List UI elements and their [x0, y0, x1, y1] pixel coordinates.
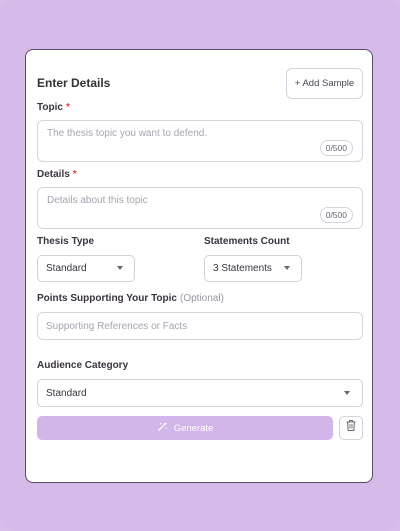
statements-count-label: Statements Count [204, 236, 290, 247]
generate-button[interactable]: Generate [37, 416, 333, 440]
form-title: Enter Details [37, 76, 111, 90]
topic-placeholder: The thesis topic you want to defend. [47, 128, 208, 139]
details-textarea[interactable]: Details about this topic 0/500 [37, 187, 363, 229]
topic-label: Topic [37, 102, 63, 113]
trash-icon [345, 419, 357, 437]
chevron-down-icon [344, 391, 350, 395]
thesis-type-select[interactable]: Standard [37, 255, 135, 282]
details-char-counter: 0/500 [319, 207, 353, 223]
statements-count-select[interactable]: 3 Statements [204, 255, 302, 282]
chevron-down-icon [284, 266, 290, 270]
supporting-points-label-group: Points Supporting Your Topic (Optional) [37, 293, 224, 304]
delete-button[interactable] [339, 416, 363, 440]
topic-char-counter: 0/500 [319, 140, 353, 156]
magic-wand-icon [157, 421, 168, 435]
details-label: Details [37, 169, 70, 180]
thesis-type-value: Standard [46, 263, 87, 274]
add-sample-button[interactable]: + Add Sample [286, 68, 363, 99]
supporting-points-optional: (Optional) [180, 293, 224, 304]
audience-category-select[interactable]: Standard [37, 379, 363, 407]
thesis-type-label: Thesis Type [37, 236, 95, 247]
topic-textarea[interactable]: The thesis topic you want to defend. 0/5… [37, 120, 363, 162]
statements-count-value: 3 Statements [213, 263, 272, 274]
chevron-down-icon [117, 266, 123, 270]
audience-category-label: Audience Category [37, 360, 129, 371]
details-form-card: Enter Details + Add Sample Topic * The th… [25, 49, 373, 483]
details-placeholder: Details about this topic [47, 195, 148, 206]
audience-category-value: Standard [46, 387, 87, 399]
supporting-points-placeholder: Supporting References or Facts [46, 320, 188, 332]
supporting-points-label: Points Supporting Your Topic [37, 293, 177, 304]
topic-required-mark: * [65, 102, 70, 113]
details-label-group: Details * [37, 169, 77, 180]
topic-label-group: Topic * [37, 102, 70, 113]
supporting-points-input[interactable]: Supporting References or Facts [37, 312, 363, 340]
generate-label: Generate [173, 422, 214, 434]
details-required-mark: * [72, 169, 77, 180]
